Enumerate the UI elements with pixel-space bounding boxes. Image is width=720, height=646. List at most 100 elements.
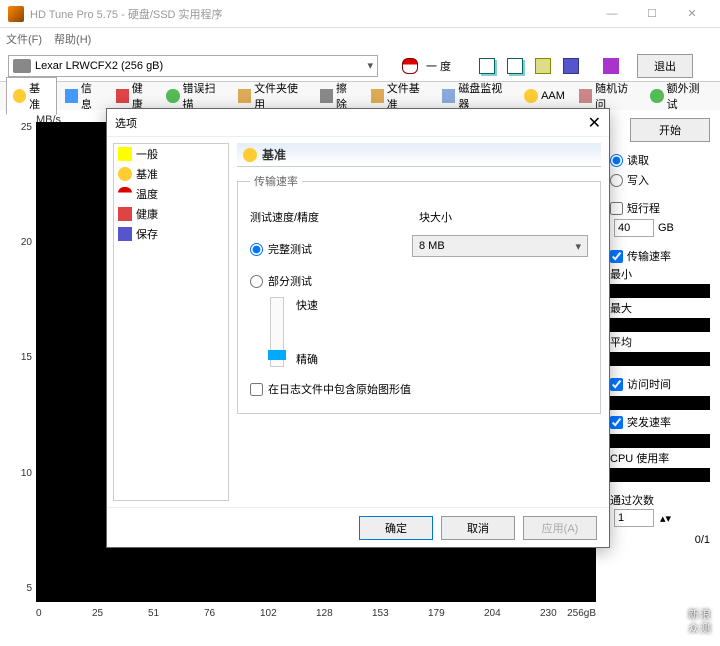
dialog-close-button[interactable]: ✕ xyxy=(588,113,601,133)
menu-help[interactable]: 帮助(H) xyxy=(54,31,91,47)
transfer-checkbox[interactable] xyxy=(610,250,623,263)
chart-x-axis: 0255176102128153179204230256gB xyxy=(36,608,596,624)
cpu-bar xyxy=(610,468,710,482)
app-icon xyxy=(8,6,24,22)
shortstroke-value[interactable] xyxy=(614,219,654,237)
ok-button[interactable]: 确定 xyxy=(359,516,433,540)
window-title: HD Tune Pro 5.75 - 硬盘/SSD 实用程序 xyxy=(30,6,223,22)
chart-y-axis: 252015105 xyxy=(12,122,34,602)
watermark: 新浪 众测 xyxy=(688,608,712,636)
temp-button[interactable] xyxy=(398,55,422,77)
full-test-radio[interactable] xyxy=(250,243,263,256)
health-icon xyxy=(118,207,132,221)
monitor-icon xyxy=(442,89,455,103)
cpu-label: CPU 使用率 xyxy=(610,450,710,466)
tree-health[interactable]: 健康 xyxy=(114,204,228,224)
start-button[interactable]: 开始 xyxy=(630,118,710,142)
shortstroke-label: 短行程 xyxy=(627,200,660,216)
copy-icon xyxy=(507,58,523,74)
read-label: 读取 xyxy=(627,152,649,168)
shortstroke-unit: GB xyxy=(658,222,674,234)
speed-slider[interactable] xyxy=(270,297,284,367)
tab-extra[interactable]: 额外测试 xyxy=(644,78,714,114)
write-label: 写入 xyxy=(627,172,649,188)
drive-select[interactable]: Lexar LRWCFX2 (256 gB) xyxy=(8,55,378,77)
save-button[interactable] xyxy=(559,55,583,77)
maximize-button[interactable]: ☐ xyxy=(632,2,672,26)
thermometer-icon xyxy=(118,187,132,201)
general-icon xyxy=(118,147,132,161)
tree-temp[interactable]: 温度 xyxy=(114,184,228,204)
read-radio[interactable] xyxy=(610,154,623,167)
burst-checkbox[interactable] xyxy=(610,416,623,429)
avg-bar xyxy=(610,352,710,366)
cancel-button[interactable]: 取消 xyxy=(441,516,515,540)
full-test-label: 完整测试 xyxy=(268,241,312,257)
transfer-label: 传输速率 xyxy=(627,248,671,264)
speaker-icon xyxy=(524,89,538,103)
folder-icon xyxy=(238,89,251,103)
exit-button[interactable]: 退出 xyxy=(637,54,693,78)
group-label: 传输速率 xyxy=(250,173,302,189)
options-tree: 一般 基准 温度 健康 保存 xyxy=(113,143,229,501)
drive-icon xyxy=(13,59,31,73)
partial-test-label: 部分测试 xyxy=(268,273,312,289)
minimize-button[interactable]: — xyxy=(592,2,632,26)
temp-label: 一 度 xyxy=(426,58,451,74)
chevron-down-icon xyxy=(575,240,581,253)
tree-benchmark[interactable]: 基准 xyxy=(114,164,228,184)
access-bar xyxy=(610,396,710,410)
drive-label: Lexar LRWCFX2 (256 gB) xyxy=(35,60,163,72)
file-icon xyxy=(371,89,384,103)
accurate-label: 精确 xyxy=(296,351,318,367)
block-label: 块大小 xyxy=(419,209,588,225)
options-button[interactable] xyxy=(599,55,623,77)
speed-label: 测试速度/精度 xyxy=(250,209,419,225)
avg-label: 平均 xyxy=(610,334,710,350)
info-icon xyxy=(65,89,78,103)
options-dialog: 选项 ✕ 一般 基准 温度 健康 保存 基准 传输速率 测试速度/精度 块大小 … xyxy=(106,108,610,548)
close-button[interactable]: ✕ xyxy=(672,2,712,26)
tab-info[interactable]: 信息 xyxy=(59,78,108,114)
bulb-icon xyxy=(13,89,26,103)
write-radio[interactable] xyxy=(610,174,623,187)
tab-aam[interactable]: AAM xyxy=(518,87,571,105)
screenshot-button[interactable] xyxy=(531,55,555,77)
rawlog-label: 在日志文件中包含原始图形值 xyxy=(268,381,411,397)
camera-icon xyxy=(535,58,551,74)
min-bar xyxy=(610,284,710,298)
max-label: 最大 xyxy=(610,300,710,316)
count-value[interactable] xyxy=(614,509,654,527)
erase-icon xyxy=(320,89,333,103)
chevron-down-icon xyxy=(367,59,373,72)
rawlog-checkbox[interactable] xyxy=(250,383,263,396)
extra-icon xyxy=(650,89,663,103)
copy2-button[interactable] xyxy=(503,55,527,77)
bulb-icon xyxy=(243,148,257,162)
max-bar xyxy=(610,318,710,332)
count-label: 通过次数 xyxy=(610,492,710,508)
burst-bar xyxy=(610,434,710,448)
options-icon xyxy=(603,58,619,74)
access-checkbox[interactable] xyxy=(610,378,623,391)
min-label: 最小 xyxy=(610,266,710,282)
partial-test-radio[interactable] xyxy=(250,275,263,288)
bulb-icon xyxy=(118,167,132,181)
burst-label: 突发速率 xyxy=(627,414,671,430)
apply-button[interactable]: 应用(A) xyxy=(523,516,597,540)
counter: 0/1 xyxy=(610,534,710,546)
tree-save[interactable]: 保存 xyxy=(114,224,228,244)
dialog-title: 选项 xyxy=(115,115,137,131)
tree-general[interactable]: 一般 xyxy=(114,144,228,164)
menu-file[interactable]: 文件(F) xyxy=(6,31,42,47)
thermometer-icon xyxy=(402,58,418,74)
shortstroke-checkbox[interactable] xyxy=(610,202,623,215)
copy-icon xyxy=(479,58,495,74)
random-icon xyxy=(579,89,592,103)
copy-button[interactable] xyxy=(475,55,499,77)
block-size-select[interactable]: 8 MB xyxy=(412,235,588,257)
fast-label: 快速 xyxy=(296,297,318,313)
save-icon xyxy=(563,58,579,74)
save-icon xyxy=(118,227,132,241)
slider-thumb[interactable] xyxy=(268,350,286,360)
